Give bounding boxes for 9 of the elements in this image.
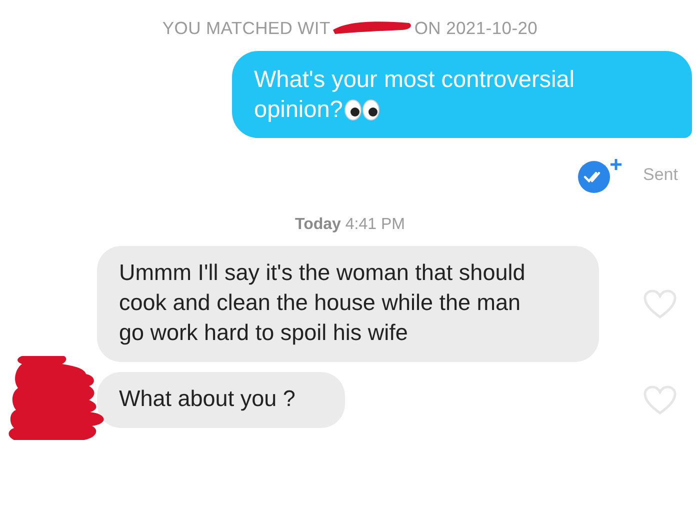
received-message-bubble: Ummm I'll say it's the woman that should cook and clean the house while the man go work hard to spoil his wife xyxy=(97,246,599,362)
heart-icon[interactable] xyxy=(643,385,677,415)
received-message-bubble: What about you ? xyxy=(97,372,346,428)
match-date-text: ON 2021-10-20 xyxy=(414,18,538,38)
match-banner-text: YOU MATCHED WIT xyxy=(162,18,330,38)
heart-icon[interactable] xyxy=(643,289,677,319)
message-status: Sent xyxy=(643,165,678,185)
sent-message-bubble: What's your most controversial opinion? xyxy=(232,51,692,138)
message-timestamp: Today 4:41 PM xyxy=(294,216,406,234)
